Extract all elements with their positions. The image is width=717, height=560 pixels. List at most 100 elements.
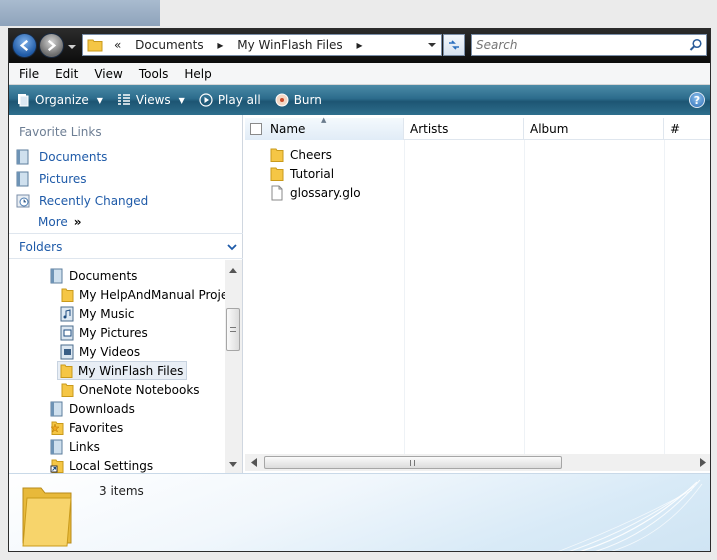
file-row-tutorial[interactable]: Tutorial — [269, 164, 334, 183]
search-icon[interactable] — [689, 38, 703, 52]
breadcrumb: « Documents ▸ My WinFlash Files ▸ — [109, 38, 368, 52]
file-row-glossary[interactable]: glossary.glo — [269, 183, 361, 202]
horizontal-scrollbar[interactable] — [245, 454, 710, 471]
scroll-down-icon[interactable] — [228, 461, 238, 469]
play-all-button[interactable]: Play all — [192, 85, 268, 115]
column-name[interactable]: Name ▲ — [245, 116, 404, 140]
tree-item-my-music[interactable]: My Music — [59, 304, 134, 323]
column-album[interactable]: Album — [524, 118, 664, 140]
recently-changed-icon — [16, 194, 30, 208]
tree-item-my-videos[interactable]: My Videos — [59, 342, 140, 361]
refresh-button[interactable] — [443, 34, 465, 56]
tree-item-favorites[interactable]: Favorites — [49, 418, 123, 437]
tree-item-downloads[interactable]: Downloads — [49, 399, 135, 418]
folder-tree: Documents My HelpAndManual Projec My Mus… — [9, 260, 225, 473]
videos-folder-icon — [60, 344, 74, 359]
tree-item-my-winflash-files[interactable]: My WinFlash Files — [57, 361, 188, 380]
organize-button[interactable]: Organize ▼ — [9, 85, 110, 115]
back-button[interactable] — [12, 33, 37, 58]
column-album-label: Album — [530, 122, 569, 136]
breadcrumb-separator[interactable]: ▸ — [217, 38, 223, 52]
views-icon — [117, 94, 130, 105]
documents-icon — [50, 268, 63, 283]
favorites-icon — [50, 421, 64, 435]
folder-icon — [87, 39, 103, 52]
views-button[interactable]: Views ▼ — [110, 85, 192, 115]
tree-item-helpandmanual[interactable]: My HelpAndManual Projec — [59, 285, 225, 304]
more-link[interactable]: More » — [38, 215, 82, 229]
folder-icon — [270, 167, 284, 181]
folders-title: Folders — [19, 240, 63, 254]
burn-disc-icon — [275, 93, 289, 107]
links-icon — [50, 439, 63, 454]
music-folder-icon — [60, 306, 74, 321]
navigation-pane: Favorite Links Documents Pictures Recent… — [9, 115, 243, 473]
organize-label: Organize — [35, 93, 89, 107]
menu-view[interactable]: View — [86, 67, 130, 81]
chevron-down-icon: ▼ — [178, 95, 185, 105]
tree-item-my-pictures[interactable]: My Pictures — [59, 323, 148, 342]
large-folder-icon — [22, 487, 72, 547]
column-divider — [524, 140, 525, 455]
menu-file[interactable]: File — [9, 67, 47, 81]
favorite-link-documents[interactable]: Documents — [15, 149, 107, 165]
scrollbar-thumb[interactable] — [264, 456, 562, 469]
favorite-link-pictures[interactable]: Pictures — [15, 171, 87, 187]
select-all-checkbox[interactable] — [250, 123, 262, 135]
play-icon — [199, 93, 213, 107]
column-number[interactable]: # — [664, 118, 710, 140]
double-chevron-icon: » — [73, 215, 82, 229]
sort-up-icon: ▲ — [321, 116, 327, 124]
menu-tools[interactable]: Tools — [131, 67, 177, 81]
decorative-swoosh — [558, 479, 703, 551]
address-dropdown-icon[interactable] — [425, 38, 439, 52]
pictures-folder-icon — [60, 325, 74, 340]
search-input[interactable] — [476, 35, 686, 55]
breadcrumb-separator[interactable]: ▸ — [357, 38, 363, 52]
folder-icon — [270, 148, 284, 162]
folder-icon — [61, 383, 74, 397]
file-row-cheers[interactable]: Cheers — [269, 145, 332, 164]
address-bar[interactable]: « Documents ▸ My WinFlash Files ▸ — [82, 34, 442, 56]
favorite-link-label: Pictures — [39, 172, 87, 186]
folders-header[interactable]: Folders — [9, 233, 243, 259]
recent-pages-chevron-icon[interactable] — [67, 42, 77, 52]
scroll-right-icon[interactable] — [699, 458, 707, 467]
refresh-icon — [449, 40, 459, 50]
tree-item-onenote-notebooks[interactable]: OneNote Notebooks — [59, 380, 200, 399]
tree-item-documents[interactable]: Documents — [49, 266, 137, 285]
tree-item-label: My Pictures — [79, 325, 148, 340]
column-number-label: # — [670, 122, 681, 136]
scroll-up-icon[interactable] — [228, 266, 238, 274]
pictures-icon — [16, 171, 29, 187]
favorite-link-recently-changed[interactable]: Recently Changed — [15, 193, 148, 209]
chevron-down-icon[interactable] — [226, 241, 238, 253]
folder-icon — [61, 288, 74, 302]
menu-help[interactable]: Help — [176, 67, 219, 81]
breadcrumb-overflow[interactable]: « — [114, 38, 121, 52]
tree-item-links[interactable]: Links — [49, 437, 100, 456]
tree-item-label: My Music — [79, 306, 135, 321]
organize-icon — [18, 94, 29, 107]
tree-scrollbar[interactable] — [225, 260, 242, 473]
burn-button[interactable]: Burn — [268, 85, 329, 115]
tree-item-label: My WinFlash Files — [78, 363, 184, 378]
breadcrumb-winflash[interactable]: My WinFlash Files — [237, 38, 342, 52]
tree-item-label: Local Settings — [69, 458, 154, 473]
help-icon[interactable]: ? — [689, 92, 705, 108]
arrow-left-icon — [19, 39, 29, 52]
item-count: 3 items — [99, 484, 144, 498]
scroll-left-icon[interactable] — [250, 458, 258, 467]
chevron-down-icon: ▼ — [96, 95, 103, 105]
column-artists[interactable]: Artists — [404, 118, 524, 140]
command-bar: Organize ▼ Views ▼ Play all Burn ? — [9, 85, 710, 115]
tree-item-label: OneNote Notebooks — [79, 382, 200, 397]
scrollbar-thumb[interactable] — [226, 308, 240, 351]
more-label: More — [38, 215, 68, 229]
burn-label: Burn — [293, 93, 322, 107]
breadcrumb-documents[interactable]: Documents — [135, 38, 203, 52]
menu-edit[interactable]: Edit — [47, 67, 86, 81]
shortcut-folder-icon — [50, 459, 64, 473]
tree-item-local-settings[interactable]: Local Settings — [49, 456, 153, 473]
forward-button[interactable] — [39, 33, 64, 58]
